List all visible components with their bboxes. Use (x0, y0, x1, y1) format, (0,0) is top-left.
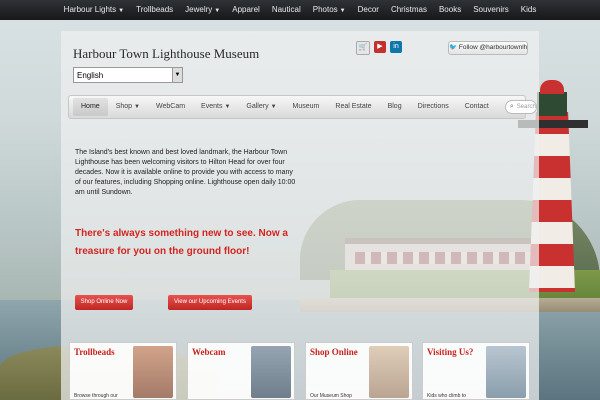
youtube-icon[interactable]: ▶ (374, 41, 386, 53)
top-nav-item-photos[interactable]: Photos ▼ (307, 0, 352, 20)
nav-item-contact[interactable]: Contact (457, 96, 497, 118)
upcoming-events-button[interactable]: View our Upcoming Events (168, 295, 252, 310)
nav-item-directions[interactable]: Directions (410, 96, 457, 118)
nav-label: Shop (115, 103, 133, 110)
lighthouse-cap (540, 80, 564, 94)
top-nav-label: Harbour Lights (63, 5, 117, 14)
top-nav-item-jewelry[interactable]: Jewelry ▼ (179, 0, 226, 20)
top-nav: Harbour Lights ▼ Trollbeads Jewelry ▼ Appa… (0, 0, 600, 20)
top-nav-item-christmas[interactable]: Christmas (385, 0, 433, 20)
box-title: Visiting Us? (427, 347, 474, 357)
feature-box-visiting-us[interactable]: Visiting Us? Kids who climb to (422, 342, 530, 400)
nav-item-home[interactable]: Home (73, 98, 108, 116)
nav-item-events[interactable]: Events ▼ (193, 96, 238, 118)
search-input[interactable]: ⌕ Search (504, 100, 537, 114)
box-title: Shop Online (310, 347, 358, 357)
nav-item-museum[interactable]: Museum (285, 96, 328, 118)
chevron-down-icon: ▼ (118, 8, 125, 14)
box-thumbnail (369, 346, 409, 398)
top-nav-item-books[interactable]: Books (433, 0, 467, 20)
search-icon: ⌕ (509, 103, 514, 110)
box-thumbnail (133, 346, 173, 398)
chevron-down-icon: ▼ (214, 8, 221, 14)
top-nav-item-souvenirs[interactable]: Souvenirs (467, 0, 515, 20)
top-nav-item-trollbeads[interactable]: Trollbeads (130, 0, 179, 20)
chevron-down-icon: ▼ (134, 104, 140, 110)
feature-box-shop-online[interactable]: Shop Online Our Museum Shop (305, 342, 413, 400)
nav-label: Gallery (246, 103, 269, 110)
twitter-follow-button[interactable]: 🐦 Follow @harbourtownlh (448, 41, 528, 55)
twitter-bird-icon: 🐦 (449, 44, 458, 51)
chevron-down-icon: ▼ (339, 8, 346, 14)
top-nav-item-decor[interactable]: Decor (352, 0, 385, 20)
shop-online-button[interactable]: Shop Online Now (75, 295, 133, 310)
feature-box-trollbeads[interactable]: Trollbeads Browse through our (69, 342, 177, 400)
intro-text: The Island's best known and best loved l… (75, 149, 296, 196)
box-thumbnail (486, 346, 526, 398)
nav-item-gallery[interactable]: Gallery ▼ (238, 96, 284, 118)
language-selected: English (77, 71, 104, 80)
nav-item-blog[interactable]: Blog (380, 96, 410, 118)
follow-label: Follow @harbourtownlh (458, 44, 528, 51)
nav-label: Events (201, 103, 223, 110)
social-icons: 🛒 ▶ in (356, 41, 402, 55)
top-nav-item-kids[interactable]: Kids (515, 0, 543, 20)
search-placeholder: Search (516, 104, 536, 110)
top-nav-label: Jewelry (185, 5, 213, 14)
box-text: Browse through our (74, 393, 118, 399)
main-nav: Home Shop ▼ WebCam Events ▼ Gallery ▼ Museu… (68, 95, 537, 119)
box-title: Trollbeads (74, 347, 115, 357)
site-title[interactable]: Harbour Town Lighthouse Museum (73, 46, 259, 62)
box-text: Kids who climb to (427, 393, 466, 399)
nav-item-shop[interactable]: Shop ▼ (108, 96, 148, 118)
nav-item-real-estate[interactable]: Real Estate (327, 96, 379, 118)
top-nav-item-harbour-lights[interactable]: Harbour Lights ▼ (58, 0, 130, 20)
chevron-down-icon[interactable]: ▼ (172, 68, 182, 82)
chevron-down-icon: ▼ (224, 104, 231, 110)
box-title: Webcam (192, 347, 226, 357)
top-nav-label: Photos (312, 5, 338, 14)
box-text: Our Museum Shop (310, 393, 352, 399)
chevron-down-icon: ▼ (270, 104, 277, 110)
feature-box-webcam[interactable]: Webcam (187, 342, 295, 400)
nav-item-webcam[interactable]: WebCam (148, 96, 193, 118)
linkedin-icon[interactable]: in (390, 41, 402, 53)
lighthouse-lantern (537, 92, 567, 116)
language-select[interactable]: English ▼ (73, 67, 183, 83)
top-nav-item-apparel[interactable]: Apparel (226, 0, 266, 20)
promo-text: There's always something new to see. Now… (75, 228, 288, 257)
box-thumbnail (251, 346, 291, 398)
cart-icon[interactable]: 🛒 (356, 41, 370, 55)
top-nav-item-nautical[interactable]: Nautical (266, 0, 307, 20)
